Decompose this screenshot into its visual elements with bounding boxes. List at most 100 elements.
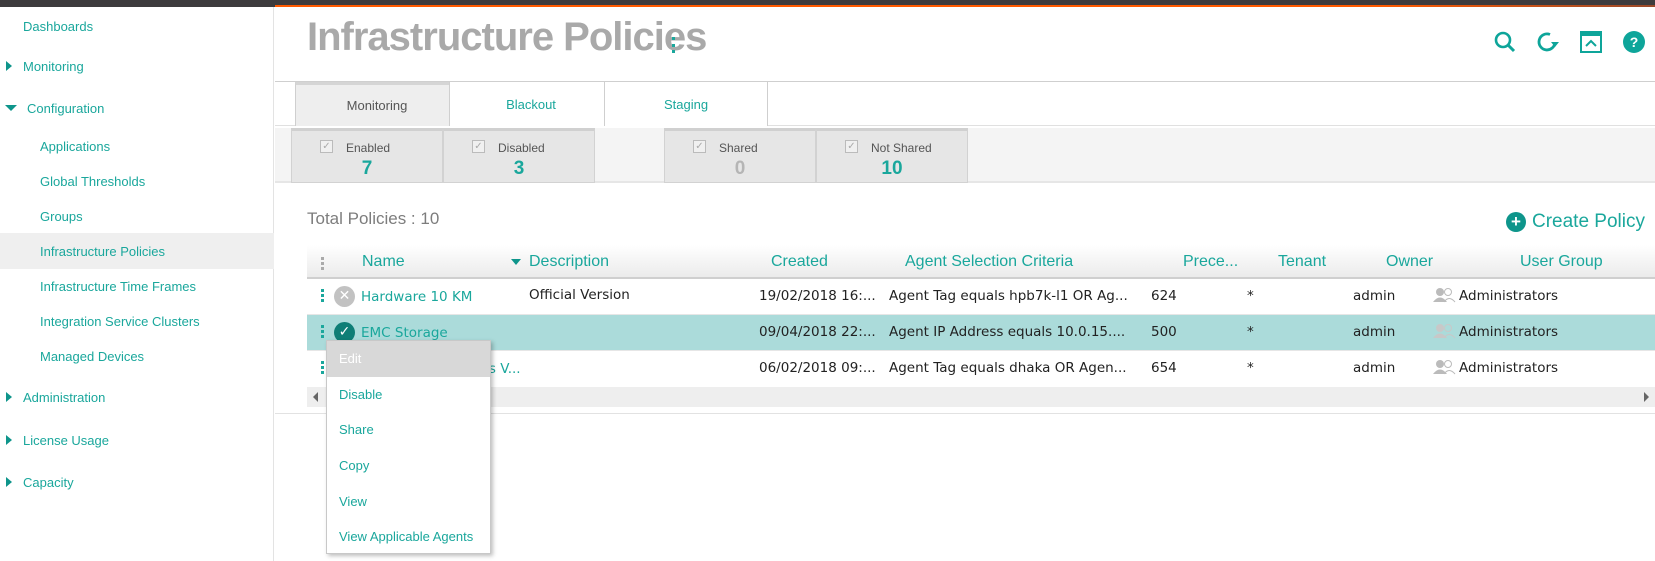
sort-desc-icon[interactable] bbox=[511, 259, 521, 265]
filter-count: 10 bbox=[881, 158, 903, 179]
row-context-menu: Edit Disable Share Copy View View Applic… bbox=[326, 340, 491, 554]
tab-blackout[interactable]: Blackout bbox=[449, 82, 613, 126]
column-header-agent-selection-criteria[interactable]: Agent Selection Criteria bbox=[905, 253, 1073, 271]
menu-item-disable[interactable]: Disable bbox=[327, 377, 490, 413]
menu-item-view-applicable-agents[interactable]: View Applicable Agents bbox=[327, 519, 490, 555]
checkbox-icon[interactable]: ✓ bbox=[693, 140, 706, 153]
cell-user-group: Administrators bbox=[1459, 324, 1559, 340]
table-row[interactable]: ✓ ...als V... 06/02/2018 09:... Agent Ta… bbox=[307, 351, 1655, 387]
sidebar-item-label: Administration bbox=[23, 389, 106, 405]
table-row[interactable]: ✓ EMC Storage 09/04/2018 22:... Agent IP… bbox=[307, 315, 1655, 351]
sidebar-item-label: Capacity bbox=[23, 474, 74, 490]
cell-created: 06/02/2018 09:... bbox=[759, 360, 876, 376]
column-header-user-group[interactable]: User Group bbox=[1520, 253, 1603, 271]
sidebar-item-license-usage[interactable]: License Usage bbox=[0, 422, 274, 458]
cell-user-group: Administrators bbox=[1459, 360, 1559, 376]
menu-item-share[interactable]: Share bbox=[327, 412, 490, 448]
svg-text:?: ? bbox=[1629, 34, 1638, 50]
column-menu-icon[interactable] bbox=[321, 257, 324, 270]
cell-precedence: 500 bbox=[1151, 324, 1177, 340]
scroll-left-icon[interactable] bbox=[313, 392, 318, 402]
policy-name-link[interactable]: Hardware 10 KM bbox=[361, 289, 472, 305]
sidebar-item-applications[interactable]: Applications bbox=[0, 128, 274, 164]
collapse-panel-icon[interactable] bbox=[1569, 27, 1612, 57]
sidebar-item-managed-devices[interactable]: Managed Devices bbox=[0, 338, 274, 374]
menu-item-copy[interactable]: Copy bbox=[327, 448, 490, 484]
page-title: Infrastructure Policies bbox=[307, 15, 707, 59]
filter-shared[interactable]: ✓ Shared 0 bbox=[664, 128, 816, 183]
cell-precedence: 654 bbox=[1151, 360, 1177, 376]
refresh-icon[interactable] bbox=[1526, 27, 1569, 57]
menu-item-view[interactable]: View bbox=[327, 483, 490, 519]
table-row[interactable]: ✕ Hardware 10 KM Official Version 19/02/… bbox=[307, 279, 1655, 315]
sidebar-item-administration[interactable]: Administration bbox=[0, 379, 274, 415]
policy-name-link[interactable]: EMC Storage bbox=[361, 325, 448, 341]
create-policy-button[interactable]: + Create Policy bbox=[1506, 211, 1645, 233]
filter-bar: ✓ Enabled 7 ✓ Disabled 3 ✓ Shared 0 ✓ No… bbox=[275, 128, 1655, 183]
plus-circle-icon: + bbox=[1506, 212, 1526, 232]
row-menu-icon[interactable] bbox=[321, 361, 324, 374]
cell-criteria: Agent IP Address equals 10.0.15.... bbox=[889, 324, 1126, 340]
tab-staging[interactable]: Staging bbox=[604, 82, 768, 126]
cell-criteria: Agent Tag equals hpb7k-l1 OR Ag... bbox=[889, 288, 1128, 304]
sidebar-item-integration-service-clusters[interactable]: Integration Service Clusters bbox=[0, 303, 274, 339]
cell-created: 19/02/2018 16:... bbox=[759, 288, 876, 304]
column-header-tenant[interactable]: Tenant bbox=[1278, 253, 1326, 271]
cell-tenant: * bbox=[1247, 324, 1254, 340]
sidebar-item-dashboards[interactable]: Dashboards bbox=[0, 8, 274, 44]
filter-enabled[interactable]: ✓ Enabled 7 bbox=[291, 128, 443, 183]
menu-item-edit[interactable]: Edit bbox=[327, 341, 490, 377]
column-header-created[interactable]: Created bbox=[771, 253, 828, 271]
user-group-icon bbox=[1433, 360, 1456, 375]
title-more-menu-icon[interactable] bbox=[672, 37, 676, 53]
column-header-name[interactable]: Name bbox=[362, 253, 405, 271]
filter-disabled[interactable]: ✓ Disabled 3 bbox=[443, 128, 595, 183]
scroll-right-icon[interactable] bbox=[1644, 392, 1649, 402]
expand-arrow-icon[interactable] bbox=[6, 477, 12, 487]
collapse-arrow-icon[interactable] bbox=[5, 105, 17, 111]
cell-owner: admin bbox=[1353, 288, 1396, 304]
sidebar-item-configuration[interactable]: Configuration bbox=[0, 90, 274, 126]
expand-arrow-icon[interactable] bbox=[6, 61, 12, 71]
sidebar-item-infrastructure-policies[interactable]: Infrastructure Policies bbox=[0, 233, 274, 269]
checkbox-icon[interactable]: ✓ bbox=[845, 140, 858, 153]
sidebar: Dashboards Monitoring Configuration Appl… bbox=[0, 7, 274, 561]
sidebar-item-monitoring[interactable]: Monitoring bbox=[0, 48, 274, 84]
filter-not-shared[interactable]: ✓ Not Shared 10 bbox=[816, 128, 968, 183]
search-icon[interactable] bbox=[1483, 27, 1526, 57]
sidebar-item-global-thresholds[interactable]: Global Thresholds bbox=[0, 163, 274, 199]
sidebar-item-groups[interactable]: Groups bbox=[0, 198, 274, 234]
filter-count: 7 bbox=[361, 158, 373, 179]
top-bar bbox=[0, 0, 1655, 7]
sidebar-item-capacity[interactable]: Capacity bbox=[0, 464, 274, 500]
cell-precedence: 624 bbox=[1151, 288, 1177, 304]
column-header-owner[interactable]: Owner bbox=[1386, 253, 1433, 271]
cell-tenant: * bbox=[1247, 360, 1254, 376]
filter-label: Enabled bbox=[346, 141, 391, 155]
sidebar-item-label: Groups bbox=[40, 208, 83, 224]
filter-count: 3 bbox=[513, 158, 525, 179]
column-header-description[interactable]: Description bbox=[529, 253, 609, 271]
cell-criteria: Agent Tag equals dhaka OR Agen... bbox=[889, 360, 1127, 376]
user-group-icon bbox=[1433, 324, 1456, 339]
expand-arrow-icon[interactable] bbox=[6, 435, 12, 445]
tab-label: Blackout bbox=[506, 96, 556, 112]
checkbox-icon[interactable]: ✓ bbox=[472, 140, 485, 153]
cell-description: Official Version bbox=[529, 287, 630, 303]
checkbox-icon[interactable]: ✓ bbox=[320, 140, 333, 153]
sidebar-item-label: License Usage bbox=[23, 432, 109, 448]
column-header-precedence[interactable]: Prece... bbox=[1183, 253, 1238, 271]
tab-label: Monitoring bbox=[346, 98, 408, 113]
help-icon[interactable]: ? bbox=[1612, 27, 1655, 57]
horizontal-scrollbar[interactable] bbox=[307, 387, 1655, 407]
row-menu-icon[interactable] bbox=[321, 289, 324, 302]
expand-arrow-icon[interactable] bbox=[6, 392, 12, 402]
tab-monitoring[interactable]: Monitoring bbox=[295, 82, 459, 126]
cell-tenant: * bbox=[1247, 288, 1254, 304]
row-menu-icon[interactable] bbox=[321, 325, 324, 338]
cell-owner: admin bbox=[1353, 360, 1396, 376]
sidebar-item-infrastructure-time-frames[interactable]: Infrastructure Time Frames bbox=[0, 268, 274, 304]
sidebar-item-label: Managed Devices bbox=[40, 348, 145, 364]
sidebar-item-label: Monitoring bbox=[23, 58, 84, 74]
cell-owner: admin bbox=[1353, 324, 1396, 340]
